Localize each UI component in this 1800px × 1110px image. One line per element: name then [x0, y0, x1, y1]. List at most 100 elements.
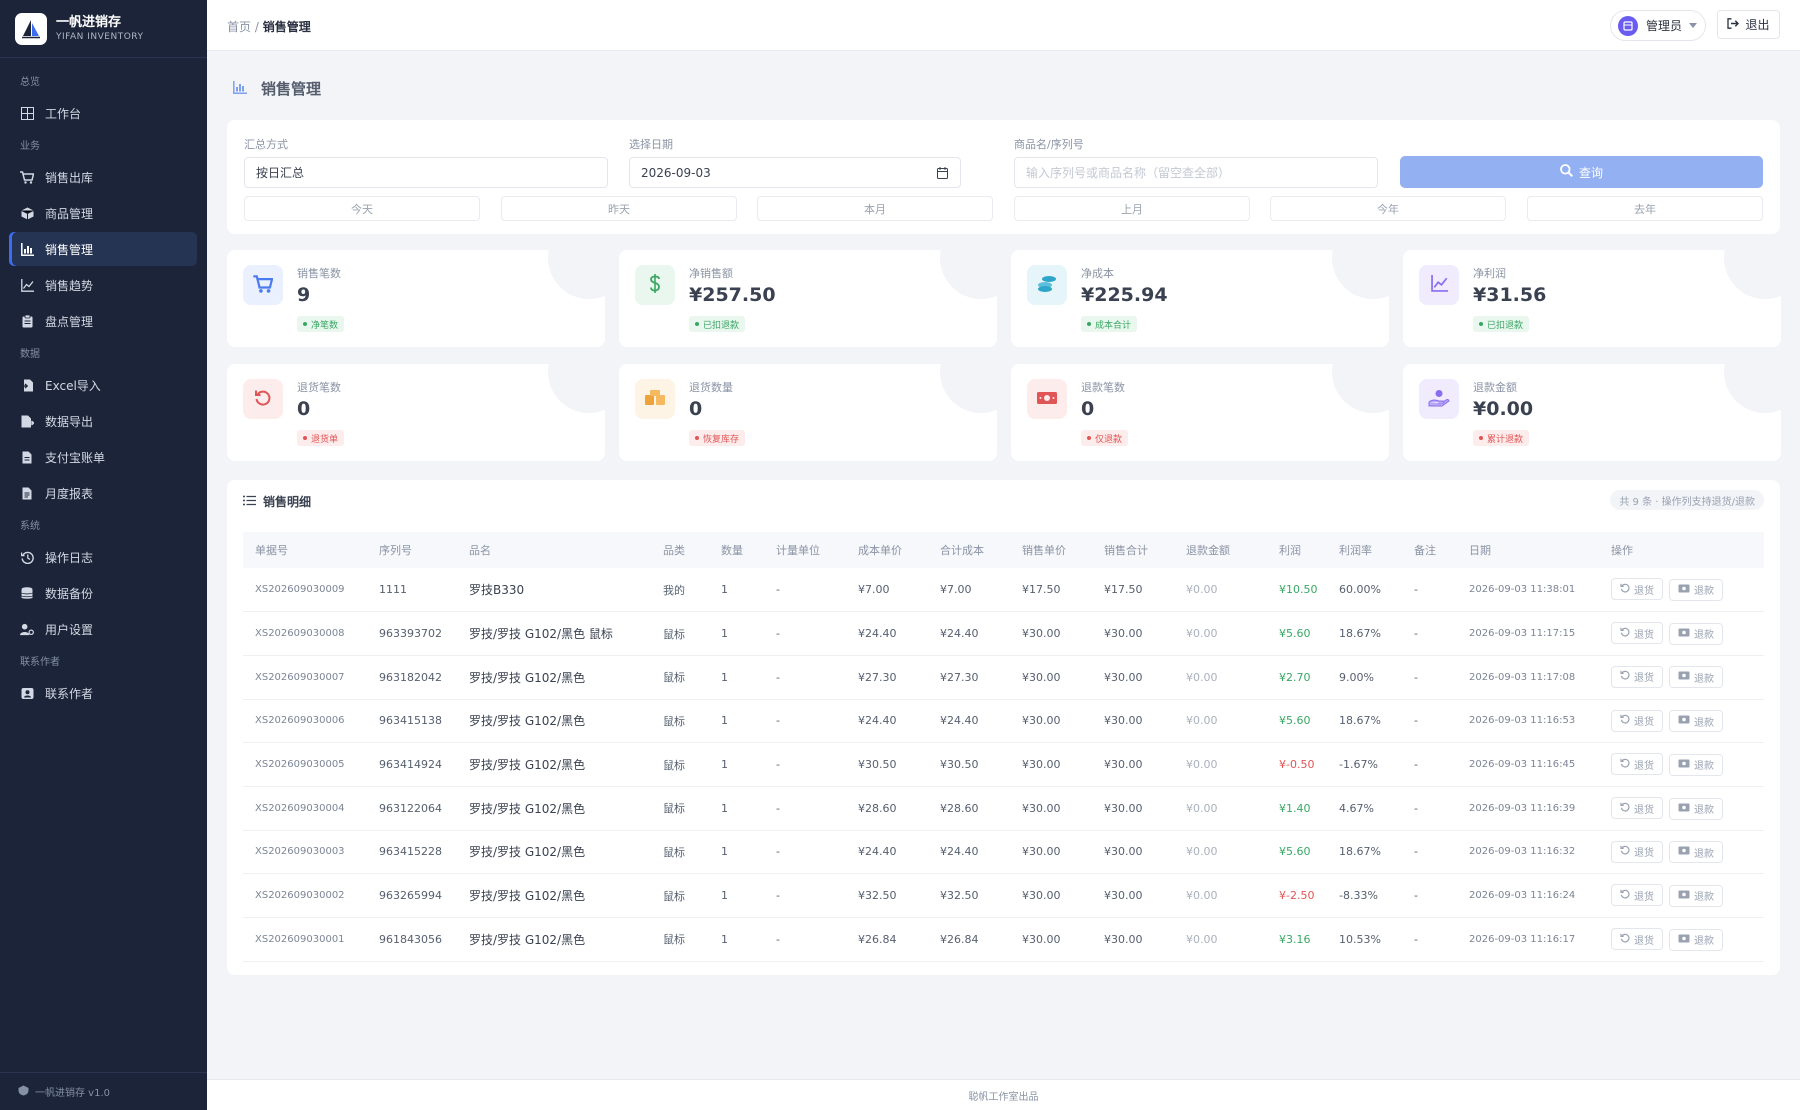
user-menu[interactable]: 管理员	[1610, 10, 1706, 41]
table-row[interactable]: XS202609030007 963182042 罗技/罗技 G102/黑色 鼠标 1-…	[243, 655, 1764, 700]
stat-icon-badge	[635, 265, 675, 305]
stat-card-refund-amount: 退款金额 ¥0.00 累计退款	[1403, 364, 1781, 461]
sidebar-item-sales-out[interactable]: 销售出库	[9, 160, 197, 194]
cell-unit: -	[764, 873, 846, 918]
sidebar-item-data-backup[interactable]: 数据备份	[9, 576, 197, 610]
list-icon	[243, 495, 256, 509]
table-row[interactable]: XS202609030002 963265994 罗技/罗技 G102/黑色 鼠标 1-…	[243, 873, 1764, 918]
sidebar-item-user-settings[interactable]: 用户设置	[9, 612, 197, 646]
return-button[interactable]: 退货	[1611, 578, 1663, 601]
col-header: 序列号	[367, 532, 457, 568]
money-icon	[1678, 759, 1690, 771]
calendar-icon[interactable]	[937, 167, 948, 182]
cell-price: ¥30.00	[1010, 786, 1092, 831]
return-button[interactable]: 退货	[1611, 622, 1663, 645]
brand-name: 一帆进销存	[56, 14, 122, 30]
table-row[interactable]: XS202609030008 963393702 罗技/罗技 G102/黑色 鼠标鼠…	[243, 611, 1764, 656]
table-row[interactable]: XS202609030009 1111 罗技B330 我的 1- ¥7.00 ¥7.00 ¥1…	[243, 568, 1764, 613]
sidebar-item-label: 月度报表	[45, 486, 94, 501]
brand[interactable]: 一帆进销存 YIFAN INVENTORY	[0, 0, 207, 58]
date-input[interactable]: 2026-09-03	[629, 157, 961, 188]
keyword-input[interactable]: 输入序列号或商品名称（留空查全部）	[1014, 157, 1378, 188]
quick-this-month-button[interactable]: 本月	[757, 196, 993, 221]
refund-button[interactable]: 退款	[1669, 710, 1723, 733]
return-button[interactable]: 退货	[1611, 665, 1663, 688]
sidebar-item-sales-manage[interactable]: 销售管理	[9, 232, 197, 266]
cell-price: ¥17.50	[1010, 568, 1092, 613]
refund-button[interactable]: 退款	[1669, 797, 1723, 820]
stat-tag: 退货单	[297, 430, 345, 446]
cell-profit: ¥-0.50	[1267, 742, 1327, 787]
sidebar-item-alipay-bill[interactable]: 支付宝账单	[9, 440, 197, 474]
sidebar-item-stocktake[interactable]: 盘点管理	[9, 304, 197, 338]
stat-value: 0	[689, 398, 703, 420]
col-header: 成本单价	[846, 532, 928, 568]
quick-this-year-button[interactable]: 今年	[1270, 196, 1506, 221]
sidebar-item-excel-import[interactable]: Excel导入	[9, 368, 197, 402]
table-row[interactable]: XS202609030004 963122064 罗技/罗技 G102/黑色 鼠标 1-…	[243, 786, 1764, 831]
refund-button[interactable]: 退款	[1669, 622, 1723, 645]
table-row[interactable]: XS202609030003 963415228 罗技/罗技 G102/黑色 鼠标 1-…	[243, 830, 1764, 875]
chevron-down-icon	[1689, 23, 1698, 28]
cell-actions: 退货 退款	[1599, 742, 1764, 787]
cell-rate: -1.67%	[1327, 742, 1402, 787]
stat-label: 退货数量	[689, 381, 733, 394]
logout-button[interactable]: 退出	[1717, 10, 1780, 39]
cell-sales-total: ¥30.00	[1092, 786, 1174, 831]
sidebar-item-contact-author[interactable]: 联系作者	[9, 676, 197, 710]
money-icon	[1678, 671, 1690, 683]
cell-sales-total: ¥30.00	[1092, 655, 1174, 700]
sidebar-item-monthly-report[interactable]: 月度报表	[9, 476, 197, 510]
cell-rate: 18.67%	[1327, 611, 1402, 656]
quick-today-button[interactable]: 今天	[244, 196, 480, 221]
cell-sales-total: ¥17.50	[1092, 568, 1174, 613]
cell-cost: ¥7.00	[846, 568, 928, 613]
quick-last-month-button[interactable]: 上月	[1014, 196, 1250, 221]
cell-refund: ¥0.00	[1174, 568, 1267, 613]
stat-card-sales-count: 销售笔数 9 净笔数	[227, 250, 605, 347]
sidebar-item-operation-log[interactable]: 操作日志	[9, 540, 197, 574]
quick-yesterday-button[interactable]: 昨天	[501, 196, 737, 221]
cell-cost: ¥24.40	[846, 830, 928, 875]
cell-name: 罗技/罗技 G102/黑色 鼠标	[457, 611, 651, 656]
mode-select[interactable]: 按日汇总	[244, 157, 608, 188]
return-button[interactable]: 退货	[1611, 709, 1663, 732]
cell-cat: 鼠标	[651, 873, 709, 918]
sidebar-item-data-export[interactable]: 数据导出	[9, 404, 197, 438]
col-header: 品名	[457, 532, 651, 568]
cell-cost: ¥26.84	[846, 917, 928, 962]
breadcrumb-home[interactable]: 首页	[227, 20, 251, 34]
sidebar-item-products[interactable]: 商品管理	[9, 196, 197, 230]
refund-button[interactable]: 退款	[1669, 841, 1723, 864]
sidebar-item-label: 数据导出	[45, 414, 94, 429]
sidebar-item-dashboard[interactable]: 工作台	[9, 96, 197, 130]
return-button[interactable]: 退货	[1611, 928, 1663, 951]
cell-cost: ¥28.60	[846, 786, 928, 831]
return-button[interactable]: 退货	[1611, 884, 1663, 907]
search-button[interactable]: 查询	[1400, 156, 1763, 188]
boxes-icon	[644, 389, 666, 409]
cell-qty: 1	[709, 611, 764, 656]
mode-value: 按日汇总	[256, 166, 305, 180]
cell-rate: 9.00%	[1327, 655, 1402, 700]
sidebar-item-sales-trend[interactable]: 销售趋势	[9, 268, 197, 302]
refund-button[interactable]: 退款	[1669, 578, 1723, 601]
return-button[interactable]: 退货	[1611, 797, 1663, 820]
refund-button[interactable]: 退款	[1669, 928, 1723, 951]
cell-actions: 退货 退款	[1599, 873, 1764, 918]
table-row[interactable]: XS202609030006 963415138 罗技/罗技 G102/黑色 鼠标 1-…	[243, 699, 1764, 744]
return-button[interactable]: 退货	[1611, 753, 1663, 776]
quick-last-year-button[interactable]: 去年	[1527, 196, 1763, 221]
cell-unit: -	[764, 699, 846, 744]
stat-value: 0	[297, 398, 311, 420]
refund-button[interactable]: 退款	[1669, 884, 1723, 907]
cell-profit: ¥2.70	[1267, 655, 1327, 700]
app-version-icon	[18, 1085, 29, 1099]
cell-cost: ¥30.50	[846, 742, 928, 787]
refund-button[interactable]: 退款	[1669, 753, 1723, 776]
refund-button[interactable]: 退款	[1669, 666, 1723, 689]
cell-cat: 我的	[651, 568, 709, 613]
table-row[interactable]: XS202609030005 963414924 罗技/罗技 G102/黑色 鼠标 1-…	[243, 742, 1764, 787]
return-button[interactable]: 退货	[1611, 840, 1663, 863]
table-row[interactable]: XS202609030001 961843056 罗技/罗技 G102/黑色 鼠标 1-…	[243, 917, 1764, 962]
